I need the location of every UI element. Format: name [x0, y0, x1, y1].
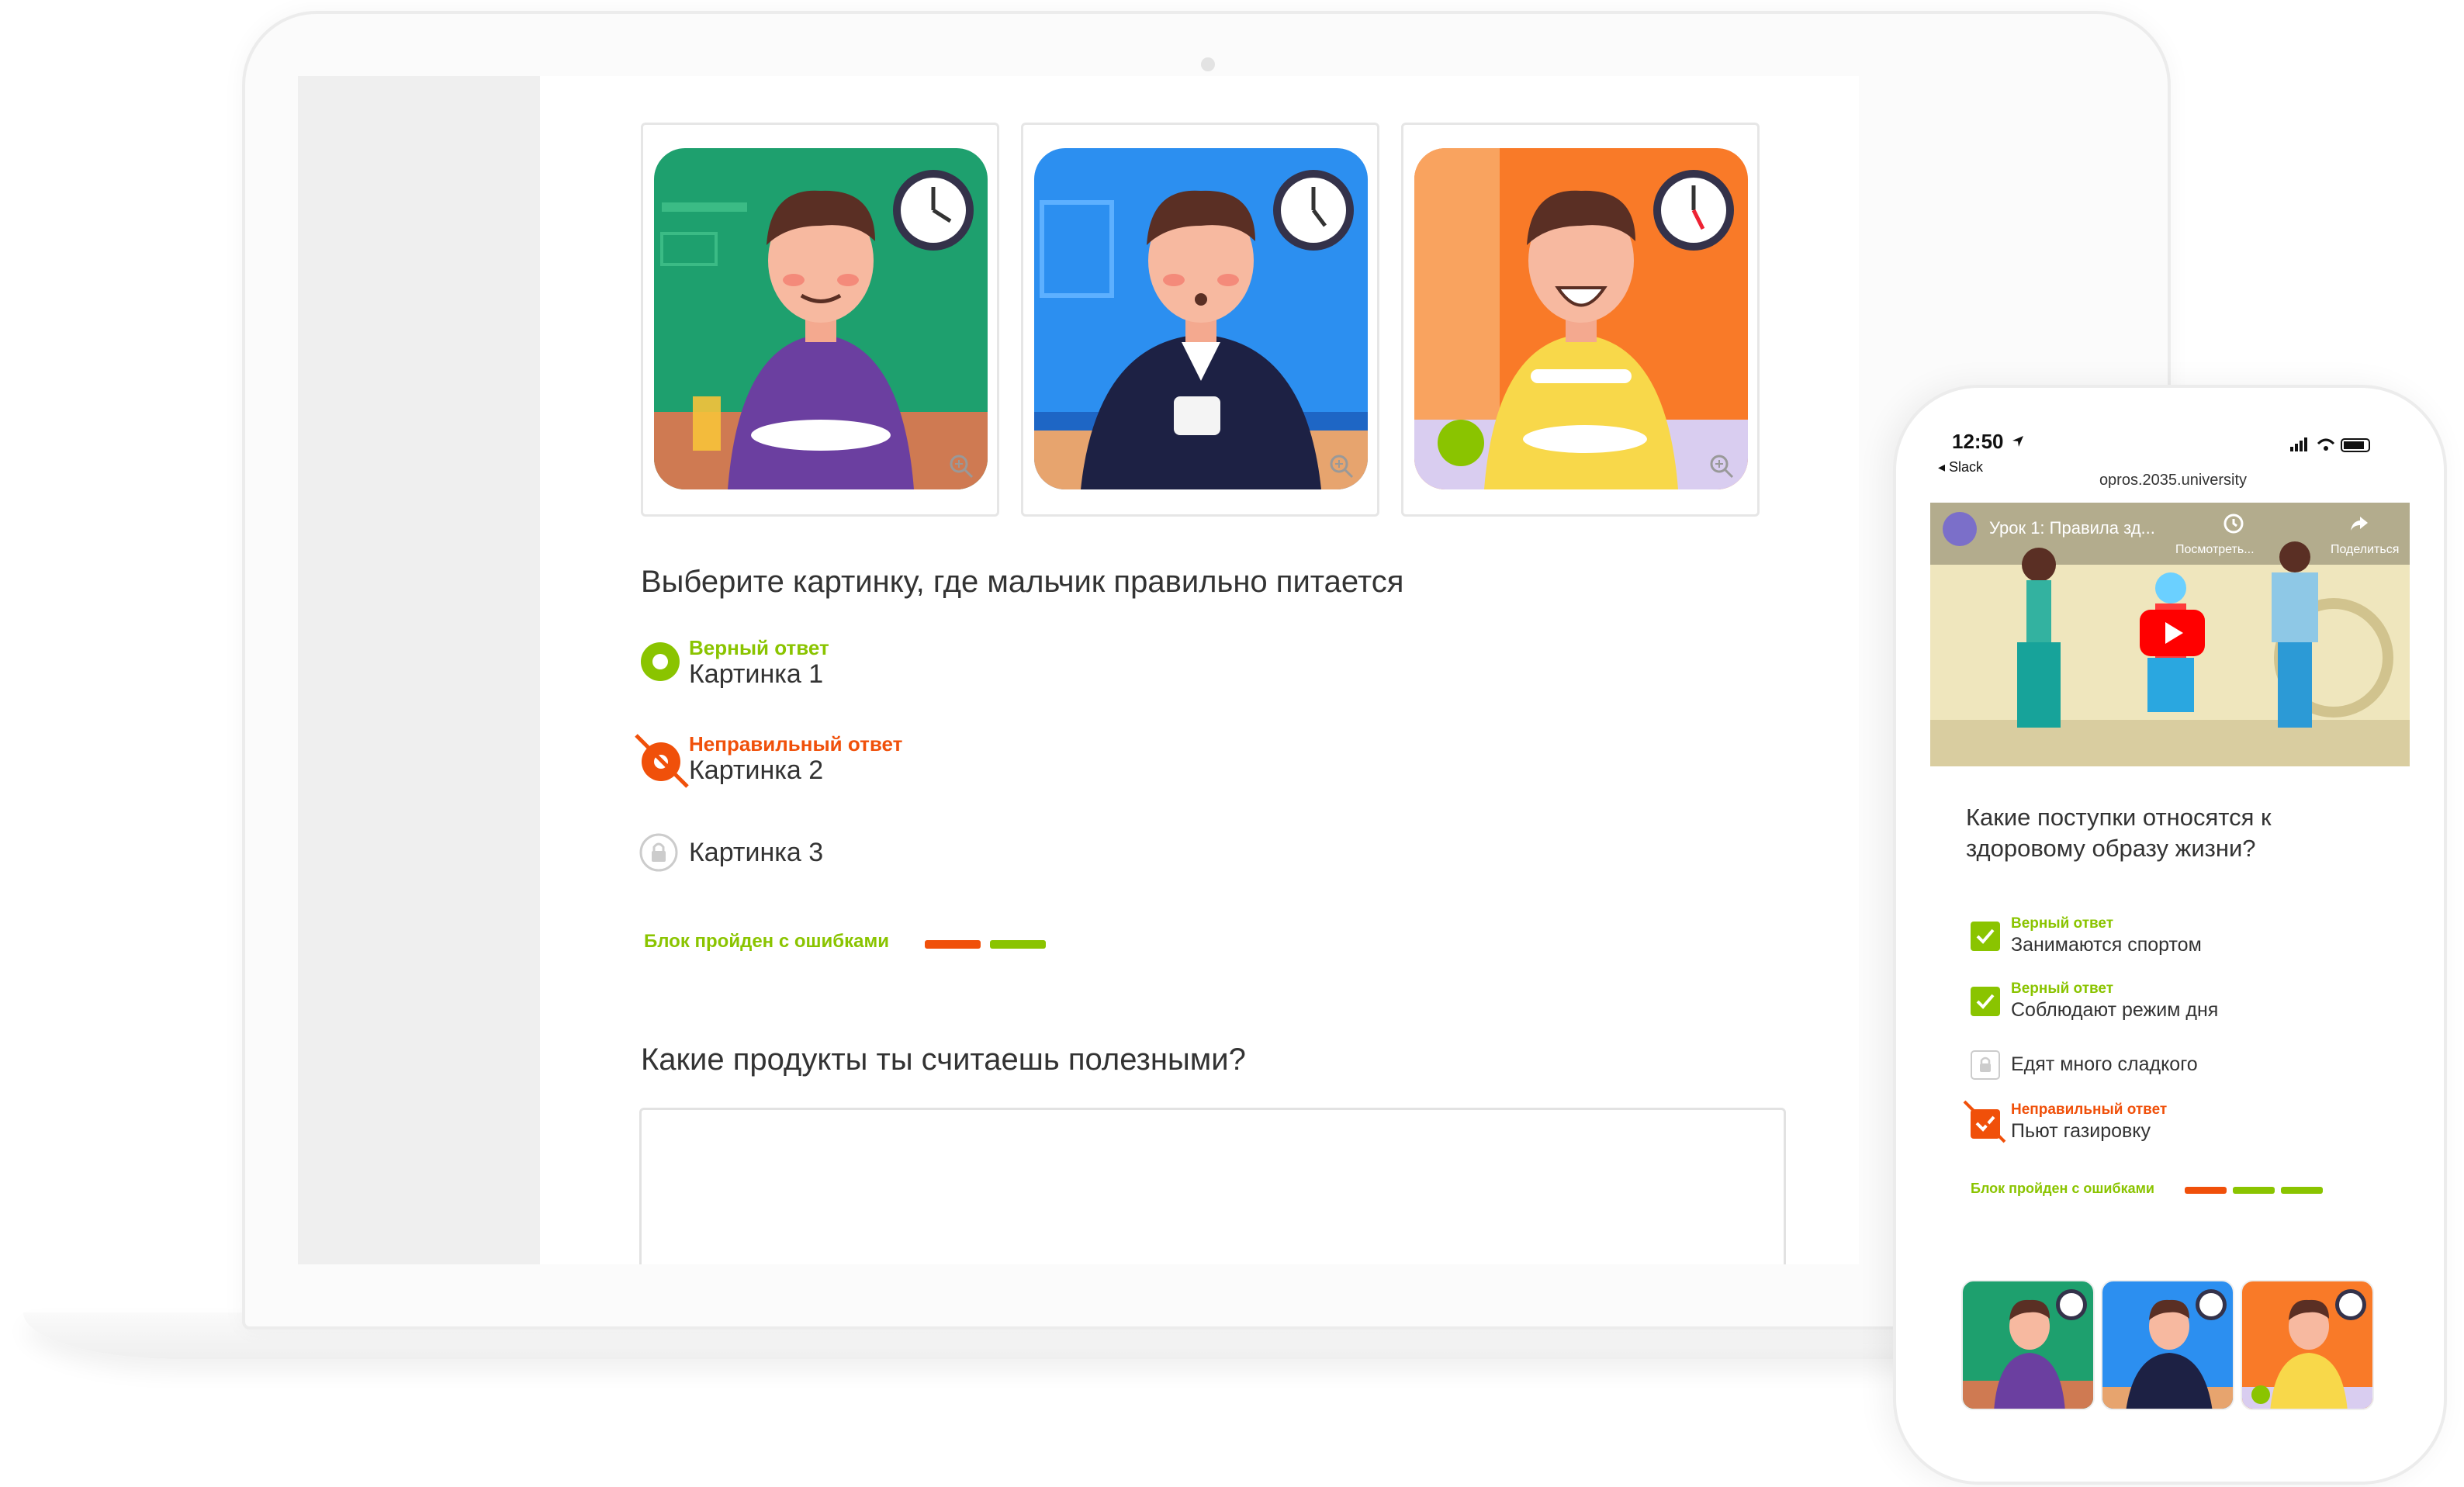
mobile-option-1-status: Верный ответ — [2011, 915, 2114, 932]
mobile-option-4-status: Неправильный ответ — [2011, 1101, 2168, 1118]
watch-later-icon[interactable] — [2223, 514, 2244, 534]
status-time: 12:50 — [1952, 430, 2004, 453]
progress-segment-correct — [990, 940, 1046, 949]
image-card-2[interactable] — [1021, 123, 1379, 517]
block-summary: Блок пройден с ошибками — [644, 931, 889, 952]
question-1-title: Выберите картинку, где мальчик правильно… — [641, 565, 1404, 599]
wrong-answer-icon[interactable] — [632, 731, 690, 790]
option-2-status: Неправильный ответ — [689, 732, 903, 756]
checkbox-correct-icon[interactable] — [1971, 987, 2000, 1016]
mobile-thumb-1[interactable] — [1961, 1280, 2095, 1410]
watch-later-label: Посмотреть... — [2175, 543, 2255, 556]
lock-icon — [1971, 1050, 2000, 1080]
progress-segment-wrong — [925, 940, 981, 949]
mobile-progress-correct-2 — [2281, 1187, 2323, 1194]
lock-icon — [639, 833, 678, 872]
share-label: Поделиться — [2331, 543, 2400, 556]
answer-textarea[interactable] — [639, 1108, 1786, 1264]
zoom-icon[interactable] — [949, 454, 974, 479]
share-icon[interactable] — [2349, 514, 2369, 534]
option-2-label: Картинка 2 — [689, 756, 824, 785]
mobile-progress-correct-1 — [2233, 1187, 2275, 1194]
laptop-frame: Выберите картинку, где мальчик правильно… — [242, 11, 2171, 1330]
mobile-thumb-3[interactable] — [2241, 1280, 2374, 1410]
youtube-play-icon[interactable] — [2140, 610, 2205, 656]
survey-page: Выберите картинку, где мальчик правильно… — [540, 76, 1859, 1264]
mobile-option-1-label: Занимаются спортом — [2011, 934, 2202, 956]
checkbox-correct-icon[interactable] — [1971, 922, 2000, 951]
image-card-3[interactable] — [1401, 123, 1760, 517]
laptop-camera — [1201, 57, 1215, 71]
zoom-icon[interactable] — [1329, 454, 1354, 479]
mobile-option-2-label: Соблюдают режим дня — [2011, 999, 2219, 1021]
video-title: Урок 1: Правила зд... — [1989, 518, 2155, 538]
mobile-block-summary: Блок пройден с ошибками — [1971, 1181, 2154, 1196]
mobile-question-title: Какие поступки относятся к здоровому обр… — [1966, 804, 2272, 862]
mobile-progress-wrong — [2185, 1187, 2227, 1194]
phone-frame: 12:50 ◂ Slack opros.2035.university Урок… — [1893, 385, 2447, 1485]
mobile-option-2-status: Верный ответ — [2011, 980, 2114, 997]
wrong-answer-icon[interactable] — [1963, 1100, 2006, 1143]
image-card-1[interactable] — [641, 123, 999, 517]
clock-icon — [893, 170, 974, 251]
clock-icon — [1653, 170, 1734, 251]
question-2-title: Какие продукты ты считаешь полезными? — [641, 1043, 1246, 1077]
status-icons — [2290, 437, 2370, 452]
mobile-option-4-label: Пьют газировку — [2011, 1120, 2151, 1142]
mobile-option-3-label: Едят много сладкого — [2011, 1053, 2198, 1075]
option-3-label: Картинка 3 — [689, 838, 824, 867]
url-bar[interactable]: opros.2035.university — [1896, 472, 2444, 489]
clock-icon — [1273, 170, 1354, 251]
scene-picture-1 — [654, 148, 988, 489]
option-1-label: Картинка 1 — [689, 659, 824, 689]
scene-picture-2 — [1034, 148, 1368, 489]
video-player[interactable]: Урок 1: Правила зд... Посмотреть... Поде… — [1930, 503, 2410, 766]
option-1-status: Верный ответ — [689, 636, 829, 659]
scene-picture-3 — [1414, 148, 1748, 489]
zoom-icon[interactable] — [1709, 454, 1734, 479]
location-arrow-icon — [2012, 436, 2023, 447]
laptop-screen: Выберите картинку, где мальчик правильно… — [298, 76, 1859, 1264]
mobile-thumb-2[interactable] — [2101, 1280, 2234, 1410]
radio-correct-icon[interactable] — [639, 641, 681, 683]
